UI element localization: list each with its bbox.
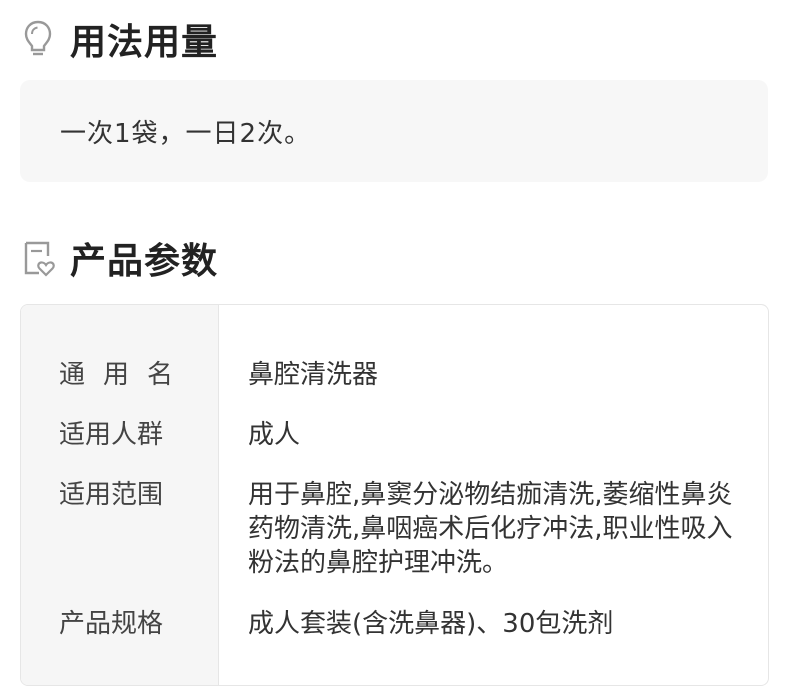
document-heart-icon xyxy=(20,237,56,279)
param-label: 适用人群 xyxy=(59,420,164,450)
usage-box: 一次1袋，一日2次。 xyxy=(20,80,768,182)
param-value: 鼻腔清洗器 xyxy=(248,360,379,390)
params-section-header: 产品参数 xyxy=(20,233,218,283)
lightbulb-icon xyxy=(20,18,56,60)
param-label: 通用名 xyxy=(59,360,192,390)
usage-text: 一次1袋，一日2次。 xyxy=(60,118,312,149)
params-table: 通用名 鼻腔清洗器 适用人群 成人 适用范围 用于鼻腔,鼻窦分泌物结痂清洗,萎缩… xyxy=(20,304,769,686)
param-value: 成人 xyxy=(248,420,301,450)
usage-section-header: 用法用量 xyxy=(20,14,218,64)
usage-title: 用法用量 xyxy=(70,22,219,63)
param-value: 成人套装(含洗鼻器)、30包洗剂 xyxy=(248,609,614,639)
param-label: 适用范围 xyxy=(59,480,164,510)
param-label: 产品规格 xyxy=(59,609,164,639)
params-title: 产品参数 xyxy=(70,241,219,282)
param-value: 用于鼻腔,鼻窦分泌物结痂清洗,萎缩性鼻炎药物清洗,鼻咽癌术后化疗冲法,职业性吸入… xyxy=(248,480,733,578)
